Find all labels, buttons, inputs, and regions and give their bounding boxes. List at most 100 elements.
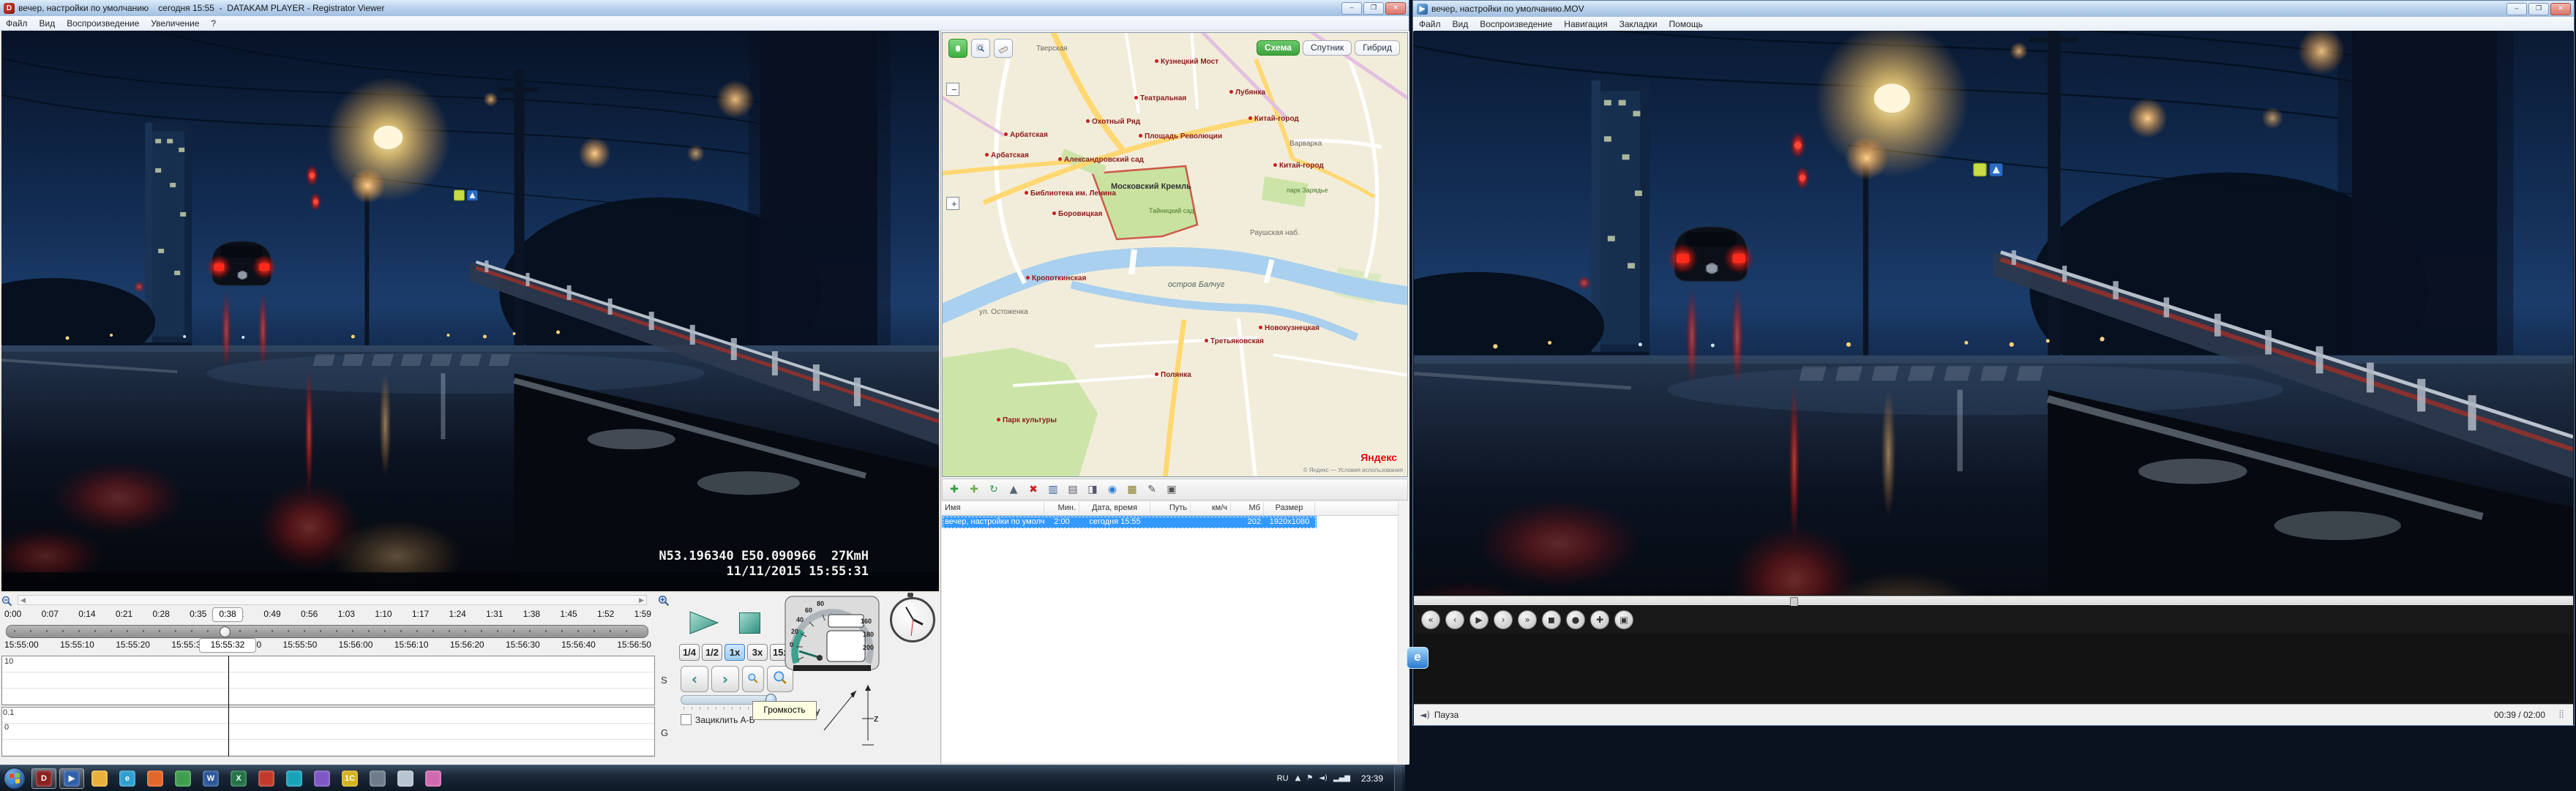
step-forward-button[interactable]: ›: [1494, 610, 1513, 629]
right-menu-item[interactable]: Воспроизведение: [1474, 18, 1558, 30]
refresh-icon[interactable]: ↻: [985, 481, 1003, 498]
taskbar-app-red[interactable]: [254, 768, 279, 789]
taskbar-app-purple[interactable]: [310, 768, 334, 789]
taskbar-excel[interactable]: X: [226, 768, 251, 789]
move-up-icon[interactable]: ▲: [1005, 481, 1022, 498]
map-type-satellite[interactable]: Спутник: [1303, 40, 1352, 56]
map-view[interactable]: ТверскаяКузнецкий МостТеатральнаяЛубянка…: [942, 32, 1408, 477]
taskbar-datakam-player[interactable]: D: [31, 768, 56, 789]
timeline-slider-thumb[interactable]: [220, 626, 231, 637]
export-icon[interactable]: ◨: [1084, 481, 1101, 498]
map-zoom-in-button[interactable]: +: [946, 197, 959, 210]
snapshot-button[interactable]: ▣: [1614, 610, 1633, 629]
desktop-shortcut-icon[interactable]: e: [1407, 647, 1429, 673]
speed-half-button[interactable]: 1/2: [702, 644, 722, 661]
file-table-column[interactable]: Имя: [942, 502, 1044, 515]
speed-graph[interactable]: [1, 656, 655, 705]
left-video-view[interactable]: N53.196340 E50.090966 27KmH11/11/2015 15…: [1, 31, 939, 591]
speaker-icon[interactable]: ◄): [1420, 710, 1430, 720]
right-menu-item[interactable]: Вид: [1447, 18, 1475, 30]
right-maximize-button[interactable]: ❐: [2528, 3, 2549, 15]
speed-3x-button[interactable]: 3x: [747, 644, 768, 661]
language-indicator[interactable]: RU: [1277, 774, 1289, 783]
taskbar-1c[interactable]: 1С: [337, 768, 362, 789]
add-file-icon[interactable]: ✚: [946, 481, 963, 498]
map-type-scheme[interactable]: Схема: [1257, 40, 1300, 56]
stop-button[interactable]: [739, 612, 760, 634]
file-table-column[interactable]: Дата, время: [1079, 502, 1150, 515]
seek-bar[interactable]: [1414, 596, 2573, 605]
zoom-small-button[interactable]: [742, 666, 764, 692]
file-list-scrollbar[interactable]: [1398, 502, 1409, 762]
bookmark-add-button[interactable]: ✚: [1590, 610, 1609, 629]
file-table-column[interactable]: Мб: [1231, 502, 1264, 515]
map-zoom-select-icon[interactable]: [971, 39, 990, 58]
left-menu-item[interactable]: Воспроизведение: [61, 18, 145, 29]
map-pin-icon[interactable]: ◉: [1104, 481, 1121, 498]
left-menu-item[interactable]: Файл: [0, 18, 34, 29]
right-menu-item[interactable]: Навигация: [1558, 18, 1613, 30]
taskbar-mov-player[interactable]: ▶: [59, 768, 84, 789]
file-row-selected[interactable]: вечер, настройки по умолчанию2:00сегодня…: [942, 516, 1317, 529]
record-button[interactable]: ●: [1566, 610, 1585, 629]
jump-end-button[interactable]: »: [1518, 610, 1537, 629]
chart-icon[interactable]: ▦: [1123, 481, 1141, 498]
step-forward-button[interactable]: ›: [711, 666, 739, 692]
fullscreen-icon[interactable]: ⣿: [2556, 709, 2567, 721]
action-center-icon[interactable]: ⚑: [1306, 774, 1313, 782]
taskbar-firefox[interactable]: [143, 768, 168, 789]
left-menu-item[interactable]: Вид: [34, 18, 61, 29]
right-video-view[interactable]: [1414, 31, 2573, 595]
step-back-button[interactable]: ‹: [1445, 610, 1464, 629]
jump-start-button[interactable]: «: [1421, 610, 1440, 629]
save-icon[interactable]: ▥: [1044, 481, 1062, 498]
right-menu-item[interactable]: Файл: [1413, 18, 1447, 30]
play-button[interactable]: [688, 610, 720, 635]
network-icon[interactable]: ▂▄▆: [1333, 774, 1350, 782]
add-folder-icon[interactable]: ✚: [965, 481, 983, 498]
timeline-slider[interactable]: [6, 625, 648, 638]
taskbar-app-teal[interactable]: [282, 768, 307, 789]
step-back-button[interactable]: ‹: [681, 666, 708, 692]
hidden-icons-icon[interactable]: ▲: [1295, 774, 1301, 782]
timeline-scroll-right-icon[interactable]: ▶: [639, 596, 644, 604]
map-ruler-icon[interactable]: [994, 39, 1013, 58]
timeline-zoom-in-icon[interactable]: [657, 595, 670, 607]
taskbar-clock[interactable]: 23:39: [1357, 773, 1388, 784]
left-close-button[interactable]: ✕: [1385, 2, 1406, 15]
taskbar-ie[interactable]: e: [115, 768, 140, 789]
timeline-scrollbar[interactable]: ◀ ▶: [18, 595, 647, 605]
file-table-column[interactable]: Мин.: [1044, 502, 1079, 515]
start-button[interactable]: [4, 768, 26, 790]
left-restore-button[interactable]: ❐: [1363, 2, 1384, 15]
film-icon[interactable]: ▣: [1163, 481, 1180, 498]
file-table-column[interactable]: Путь: [1150, 502, 1191, 515]
right-minimize-button[interactable]: –: [2506, 3, 2527, 15]
graph-cursor[interactable]: [228, 656, 229, 757]
delete-icon[interactable]: ✖: [1025, 481, 1042, 498]
left-menu-item[interactable]: ?: [205, 18, 222, 29]
file-list-empty[interactable]: [942, 528, 1408, 762]
taskbar-word[interactable]: W: [198, 768, 223, 789]
left-minimize-button[interactable]: –: [1341, 2, 1362, 15]
volume-icon[interactable]: ◄): [1319, 774, 1328, 782]
edit-icon[interactable]: ✎: [1143, 481, 1161, 498]
print-icon[interactable]: ▤: [1064, 481, 1082, 498]
file-table-column[interactable]: Размер: [1264, 502, 1315, 515]
speed-quarter-button[interactable]: 1/4: [679, 644, 700, 661]
right-close-button[interactable]: ✕: [2550, 3, 2571, 15]
file-table-column[interactable]: км/ч: [1191, 502, 1231, 515]
right-menu-item[interactable]: Помощь: [1663, 18, 1709, 30]
timeline-scroll-left-icon[interactable]: ◀: [20, 596, 26, 604]
timeline-relative-ruler[interactable]: 0:000:070:140:210:280:350:420:490:561:03…: [4, 609, 651, 619]
map-type-hybrid[interactable]: Гибрид: [1355, 40, 1400, 56]
taskbar-calc[interactable]: [365, 768, 390, 789]
taskbar-paint[interactable]: [421, 768, 446, 789]
timeline-absolute-ruler[interactable]: 15:55:0015:55:1015:55:2015:55:3015:55:40…: [4, 640, 651, 650]
taskbar-explorer[interactable]: [87, 768, 112, 789]
taskbar-app-green[interactable]: [171, 768, 195, 789]
show-desktop-button[interactable]: [1394, 765, 1402, 791]
stop-button[interactable]: ◼: [1542, 610, 1561, 629]
gsensor-graph[interactable]: [1, 707, 655, 757]
left-menu-item[interactable]: Увеличение: [145, 18, 205, 29]
